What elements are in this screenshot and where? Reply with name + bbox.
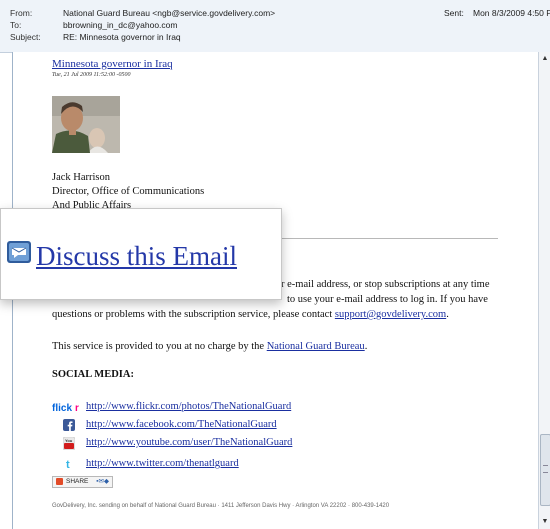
youtube-link[interactable]: http://www.youtube.com/user/TheNationalG…	[86, 437, 292, 448]
to-value[interactable]: bbrowning_in_dc@yahoo.com	[63, 20, 177, 30]
subscription-text-line-3: questions or problems with the subscript…	[52, 307, 449, 322]
scroll-grip-icon	[543, 465, 548, 473]
flickr-link[interactable]: http://www.flickr.com/photos/TheNational…	[86, 401, 291, 412]
service-note: This service is provided to you at no ch…	[52, 339, 367, 354]
sent-label: Sent:	[444, 8, 464, 18]
svg-text:t: t	[66, 459, 70, 470]
subject-value: RE: Minnesota governor in Iraq	[63, 32, 181, 42]
discuss-this-email-link[interactable]: Discuss this Email	[36, 241, 237, 272]
service-note-text: This service is provided to you at no ch…	[52, 341, 267, 352]
share-plus-icon	[56, 477, 63, 485]
scroll-down-arrow-icon[interactable]: ▼	[539, 517, 550, 527]
message-header: From: National Guard Bureau <ngb@service…	[0, 0, 550, 53]
social-row-twitter: t http://www.twitter.com/thenatlguard	[52, 458, 352, 472]
service-note-period: .	[364, 341, 368, 352]
signature-name: Jack Harrison	[52, 172, 111, 183]
twitter-link[interactable]: http://www.twitter.com/thenatlguard	[86, 458, 239, 469]
svg-text:flick: flick	[52, 403, 72, 414]
share-button[interactable]: SHARE ▪✉◆	[52, 476, 113, 488]
subscription-text: questions or problems with the subscript…	[52, 309, 335, 320]
to-label: To:	[10, 20, 22, 30]
national-guard-bureau-link[interactable]: National Guard Bureau	[267, 341, 365, 352]
support-email-link[interactable]: support@govdelivery.com	[335, 309, 446, 320]
scroll-up-arrow-icon[interactable]: ▲	[539, 54, 550, 64]
social-row-flickr: flick r http://www.flickr.com/photos/TheN…	[52, 401, 352, 415]
sent-value: Mon 8/3/2009 4:50 PM	[473, 8, 550, 18]
vertical-scrollbar[interactable]: ▲ ▼	[538, 52, 550, 529]
scroll-thumb[interactable]	[540, 434, 550, 506]
from-value[interactable]: National Guard Bureau <ngb@service.govde…	[63, 8, 275, 18]
facebook-link[interactable]: http://www.facebook.com/TheNationalGuard	[86, 419, 277, 430]
subscription-text-line-1: r e-mail address, or stop subscriptions …	[281, 279, 490, 290]
svg-text:You: You	[65, 438, 73, 443]
social-row-facebook: http://www.facebook.com/TheNationalGuard	[52, 419, 352, 433]
footer-text: GovDelivery, Inc. sending on behalf of N…	[52, 503, 390, 509]
portrait-photo	[52, 96, 120, 153]
discuss-email-icon[interactable]	[7, 241, 31, 263]
article-date: Tue, 21 Jul 2009 11:52:00 -0500	[52, 72, 131, 78]
discuss-email-zoom-callout: Discuss this Email	[0, 208, 282, 300]
subject-label: Subject:	[10, 32, 41, 42]
from-label: From:	[10, 8, 33, 18]
subscription-period: .	[446, 309, 449, 320]
social-media-heading: SOCIAL MEDIA:	[52, 369, 134, 380]
flickr-icon[interactable]: flick r	[52, 401, 80, 414]
signature-title: Director, Office of Communications	[52, 186, 205, 197]
svg-text:r: r	[75, 403, 79, 414]
subscription-text-line-2: to use your e-mail address to log in. If…	[287, 294, 488, 305]
share-services-icon: ▪✉◆	[96, 478, 109, 485]
social-row-youtube: You http://www.youtube.com/user/TheNatio…	[52, 436, 352, 451]
share-label: SHARE	[66, 478, 89, 485]
article-title-link[interactable]: Minnesota governor in Iraq	[52, 58, 173, 70]
